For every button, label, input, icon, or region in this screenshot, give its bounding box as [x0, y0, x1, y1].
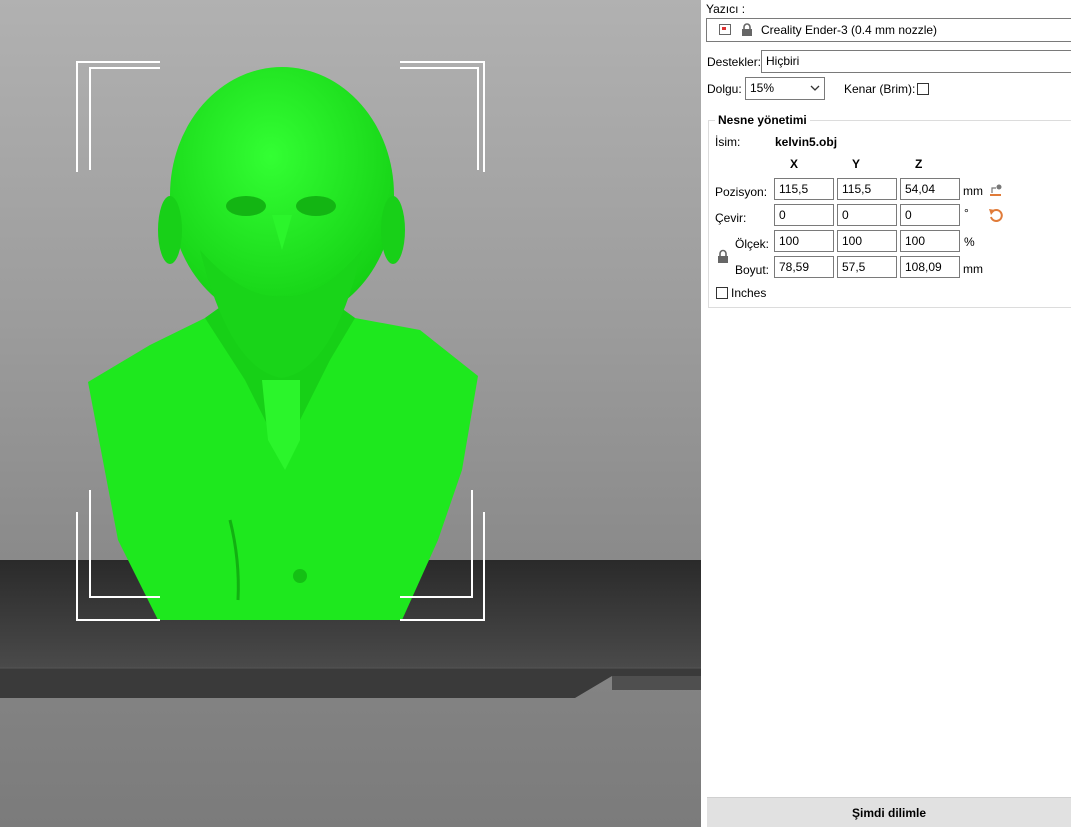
- uniform-scale-lock-icon[interactable]: [717, 249, 729, 267]
- rotation-x-value: 0: [779, 208, 786, 222]
- rotation-y-input[interactable]: 0: [837, 204, 897, 226]
- position-z-value: 54,04: [905, 182, 936, 196]
- supports-label: Destekler:: [707, 55, 762, 69]
- chevron-down-icon: [810, 82, 820, 96]
- position-label: Pozisyon:: [715, 185, 768, 199]
- brim-label: Kenar (Brim):: [844, 82, 916, 96]
- size-z-input[interactable]: 108,09: [900, 256, 960, 278]
- position-z-input[interactable]: 54,04: [900, 178, 960, 200]
- printer-select[interactable]: Creality Ender-3 (0.4 mm nozzle): [706, 18, 1071, 42]
- column-header-x: X: [790, 157, 799, 171]
- printer-icon: [719, 24, 731, 35]
- infill-select[interactable]: 15%: [745, 77, 825, 100]
- brim-checkbox[interactable]: [917, 83, 929, 95]
- rotation-unit: °: [964, 206, 969, 220]
- column-header-y: Y: [852, 157, 861, 171]
- lock-icon: [741, 23, 753, 40]
- column-header-z: Z: [915, 157, 923, 171]
- object-manager-title: Nesne yönetimi: [715, 113, 810, 127]
- scale-z-input[interactable]: 100: [900, 230, 960, 252]
- supports-select[interactable]: Hiçbiri: [761, 50, 1071, 73]
- model-bust[interactable]: [88, 67, 478, 620]
- printer-select-value: Creality Ender-3 (0.4 mm nozzle): [761, 23, 938, 37]
- scale-y-value: 100: [842, 234, 863, 248]
- infill-select-value: 15%: [750, 81, 775, 95]
- rotation-x-input[interactable]: 0: [774, 204, 834, 226]
- size-y-value: 57,5: [842, 260, 866, 274]
- size-x-input[interactable]: 78,59: [774, 256, 834, 278]
- size-y-input[interactable]: 57,5: [837, 256, 897, 278]
- inches-label: Inches: [731, 286, 767, 300]
- settings-panel: Yazıcı : Creality Ender-3 (0.4 mm nozzle…: [701, 0, 1071, 827]
- object-name-value: kelvin5.obj: [775, 135, 838, 149]
- rotation-y-value: 0: [842, 208, 849, 222]
- infill-label: Dolgu:: [707, 82, 742, 96]
- position-x-input[interactable]: 115,5: [774, 178, 834, 200]
- scale-z-value: 100: [905, 234, 926, 248]
- printer-label: Yazıcı :: [706, 2, 746, 16]
- scale-x-value: 100: [779, 234, 800, 248]
- rotation-label: Çevir:: [715, 211, 747, 225]
- slice-now-button[interactable]: Şimdi dilimle: [707, 797, 1071, 827]
- supports-select-value: Hiçbiri: [766, 54, 800, 68]
- reset-rotation-icon[interactable]: [988, 207, 1004, 226]
- position-x-value: 115,5: [779, 182, 809, 196]
- rotation-z-input[interactable]: 0: [900, 204, 960, 226]
- position-unit: mm: [963, 184, 983, 198]
- scale-unit: %: [964, 235, 975, 249]
- scene-canvas[interactable]: [0, 0, 701, 827]
- name-label: İsim:: [715, 135, 741, 149]
- 3d-viewport[interactable]: [0, 0, 701, 827]
- position-y-value: 115,5: [842, 182, 872, 196]
- slice-now-label: Şimdi dilimle: [851, 806, 926, 820]
- size-label: Boyut:: [735, 263, 770, 277]
- size-unit: mm: [963, 262, 983, 276]
- drop-to-bed-icon[interactable]: [989, 183, 1003, 200]
- size-x-value: 78,59: [779, 260, 810, 274]
- scale-x-input[interactable]: 100: [774, 230, 834, 252]
- scale-label: Ölçek:: [735, 237, 770, 251]
- size-z-value: 108,09: [905, 260, 942, 274]
- scale-y-input[interactable]: 100: [837, 230, 897, 252]
- rotation-z-value: 0: [905, 208, 912, 222]
- inches-checkbox[interactable]: [716, 287, 728, 299]
- position-y-input[interactable]: 115,5: [837, 178, 897, 200]
